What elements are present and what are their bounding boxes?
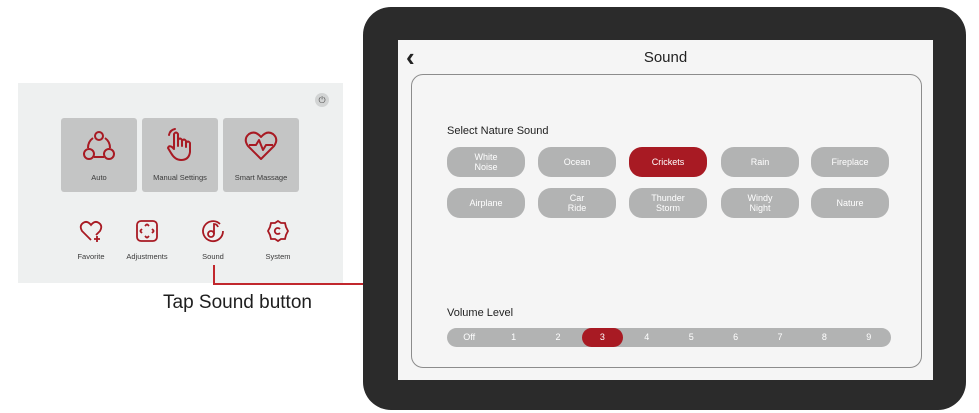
- sound-option-button[interactable]: Nature: [811, 188, 889, 218]
- volume-step[interactable]: 3: [582, 328, 623, 347]
- sound-screen: ‹ Sound Select Nature Sound White Noise O…: [398, 40, 933, 380]
- volume-step[interactable]: 2: [536, 328, 580, 347]
- sound-option-button[interactable]: Ocean: [538, 147, 616, 177]
- volume-slider[interactable]: Off 1 2 3 4 5 6 7 8 9: [447, 328, 891, 347]
- volume-step[interactable]: 9: [847, 328, 891, 347]
- sound-option-button[interactable]: Crickets: [629, 147, 707, 177]
- sound-option-button[interactable]: Rain: [721, 147, 799, 177]
- sound-option-button[interactable]: White Noise: [447, 147, 525, 177]
- volume-level-label: Volume Level: [447, 307, 514, 319]
- volume-step[interactable]: 5: [669, 328, 713, 347]
- sound-panel: Select Nature Sound White Noise Ocean Cric…: [411, 74, 922, 368]
- tablet-device: ‹ Sound Select Nature Sound White Noise O…: [363, 7, 966, 410]
- nature-sound-label: Select Nature Sound: [447, 125, 549, 137]
- sound-option-button[interactable]: Windy Night: [721, 188, 799, 218]
- volume-step[interactable]: 1: [491, 328, 535, 347]
- sound-option-button[interactable]: Thunder Storm: [629, 188, 707, 218]
- volume-step[interactable]: 8: [802, 328, 846, 347]
- page-title: Sound: [643, 49, 688, 66]
- volume-step[interactable]: 6: [713, 328, 757, 347]
- sound-option-button[interactable]: Airplane: [447, 188, 525, 218]
- volume-step[interactable]: Off: [447, 328, 491, 347]
- sound-option-button[interactable]: Car Ride: [538, 188, 616, 218]
- callout-text: Tap Sound button: [163, 292, 312, 313]
- sound-option-button[interactable]: Fireplace: [811, 147, 889, 177]
- volume-step[interactable]: 4: [625, 328, 669, 347]
- volume-step[interactable]: 7: [758, 328, 802, 347]
